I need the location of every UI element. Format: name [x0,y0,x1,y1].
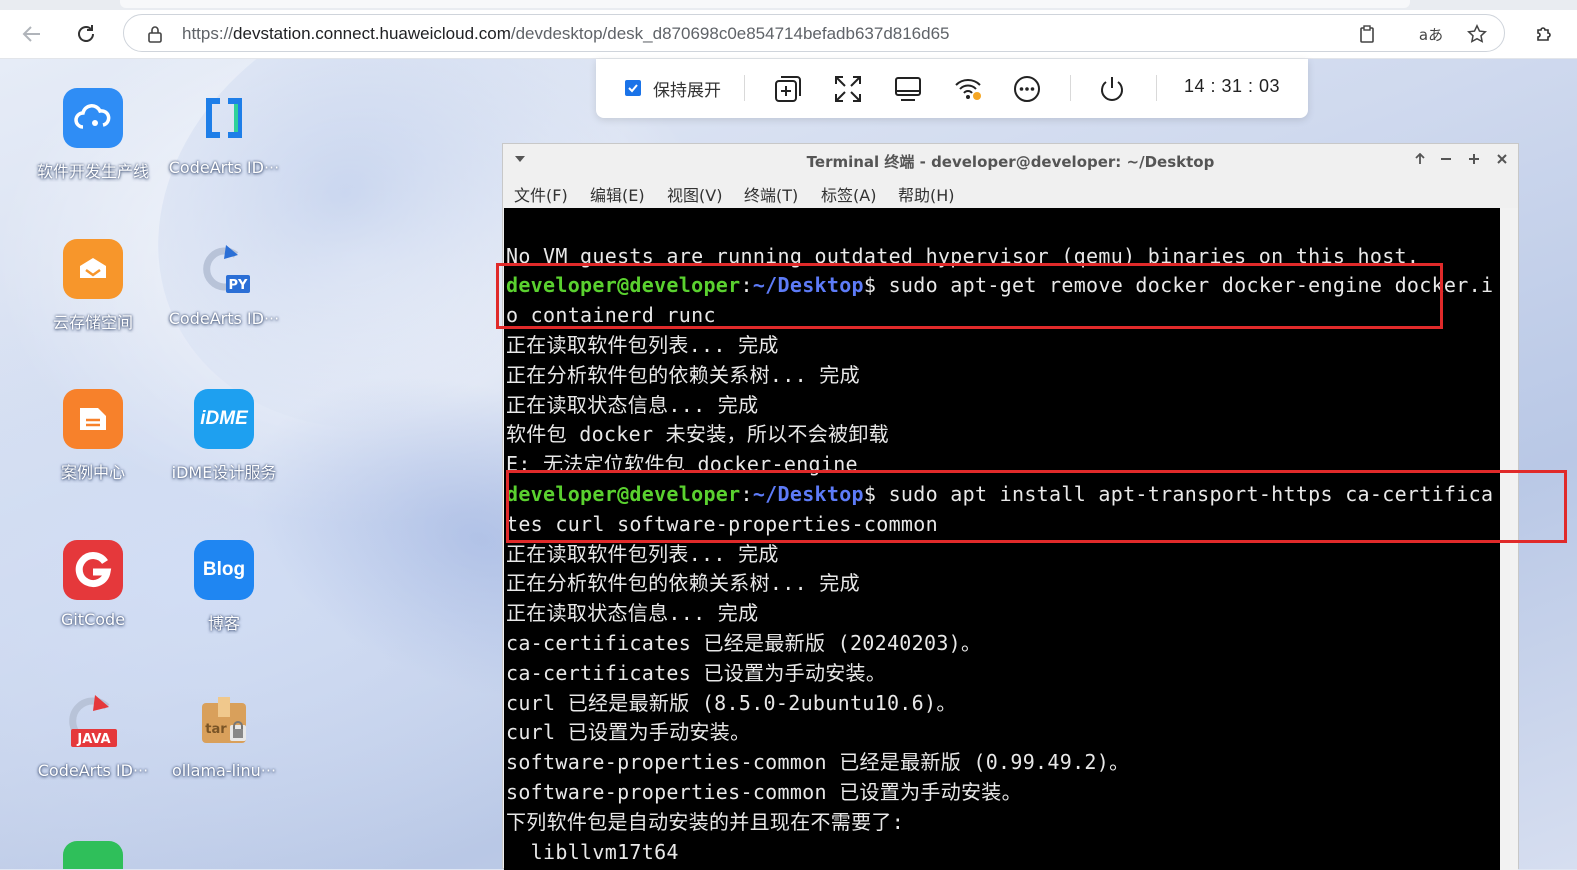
address-bar[interactable]: https://devstation.connect.huaweicloud.c… [123,14,1505,52]
shade-icon[interactable] [1411,150,1429,168]
desktop-icon-label: CodeArts ID··· [168,158,280,177]
desktop-icon-label: CodeArts ID··· [37,761,149,780]
desktop-icon-label: 软件开发生产线 [36,162,149,181]
fullscreen-icon[interactable] [831,72,865,106]
codearts-ide-icon [194,88,254,148]
terminal-menubar: 文件(F) 编辑(E) 视图(V) 终端(T) 标签(A) 帮助(H) [503,175,1518,208]
desktop-icon-case-center[interactable]: 案例中心 [33,389,153,483]
codearts-python-icon: PY [194,239,254,299]
terminal-line: curl 已经是最新版 (8.5.0-2ubuntu10.6)。 [506,691,957,715]
terminal-line: ca-certificates 已设置为手动安装。 [506,661,887,685]
translate-icon[interactable]: aあ [1416,23,1446,45]
desktop-icon-partial[interactable] [33,841,153,869]
svg-text:tar: tar [205,722,227,737]
close-icon[interactable] [1493,150,1511,168]
desktop-icon-codearts-ide[interactable]: CodeArts ID··· [164,88,284,177]
case-center-icon [63,389,123,449]
session-clock: 14 : 31 : 03 [1184,76,1281,96]
terminal-line: 正在读取软件包列表... 完成 [506,542,779,566]
terminal-line: libllvm17t64 [506,840,679,864]
toolbar-divider [1070,75,1071,101]
desktop-icon-ollama-archive[interactable]: tar ollama-linu··· [164,691,284,780]
highlight-box-command-2 [506,470,1567,543]
toolbar-divider [1156,75,1157,101]
more-options-icon[interactable] [1010,72,1044,106]
favorite-star-icon[interactable] [1466,23,1488,45]
terminal-line: 正在读取状态信息... 完成 [506,601,759,625]
desktop-icon-label: 云存储空间 [52,313,133,332]
keep-expanded-checkbox[interactable] [625,80,641,96]
remote-desktop-toolbar: 保持展开 14 : 31 : 03 [596,59,1308,118]
new-window-icon[interactable] [771,72,805,106]
back-icon[interactable] [16,18,48,50]
power-icon[interactable] [1095,72,1129,106]
desktop-icon-codearts-python[interactable]: PY CodeArts ID··· [164,239,284,328]
terminal-line: ca-certificates 已经是最新版 (20240203)。 [506,631,982,655]
menu-help[interactable]: 帮助(H) [898,182,955,206]
terminal-line: 软件包 docker 未安装，所以不会被卸载 [506,422,889,446]
extensions-icon[interactable] [1528,18,1560,50]
desktop-icon-label: CodeArts ID··· [168,309,280,328]
highlight-box-command-1 [496,263,1443,329]
svg-text:PY: PY [229,278,249,293]
keep-expanded-label[interactable]: 保持展开 [653,76,721,101]
url-text[interactable]: https://devstation.connect.huaweicloud.c… [182,24,950,44]
terminal-line: 正在分析软件包的依赖关系树... 完成 [506,571,860,595]
desktop-icon-label: GitCode [60,610,126,629]
terminal-line: curl 已设置为手动安装。 [506,720,751,744]
terminal-line: 正在分析软件包的依赖关系树... 完成 [506,363,860,387]
idme-icon: iDME [194,389,254,449]
display-icon[interactable] [891,72,925,106]
codearts-java-icon: JAVA [63,691,123,751]
desktop-icon-label: iDME设计服务 [171,463,277,482]
desktop-icon-idme[interactable]: iDME iDME设计服务 [164,389,284,483]
svg-text:JAVA: JAVA [76,732,110,747]
terminal-title: Terminal 终端 - developer@developer: ~/Des… [806,153,1215,171]
tab-strip [0,0,1577,10]
menu-view[interactable]: 视图(V) [667,182,722,206]
terminal-titlebar[interactable]: Terminal 终端 - developer@developer: ~/Des… [503,144,1518,175]
terminal-line: 正在读取状态信息... 完成 [506,393,759,417]
app-icon [63,841,123,869]
menu-edit[interactable]: 编辑(E) [590,182,645,206]
tar-archive-icon: tar [194,691,254,751]
desktop-icon-codearts-java[interactable]: JAVA CodeArts ID··· [33,691,153,780]
cloud-storage-icon [63,239,123,299]
menu-tabs[interactable]: 标签(A) [821,182,876,206]
reload-icon[interactable] [70,18,102,50]
terminal-line: software-properties-common 已经是最新版 (0.99.… [506,750,1130,774]
desktop-icon-gitcode[interactable]: GitCode [33,540,153,629]
cloud-devops-icon [63,88,123,148]
browser-toolbar: https://devstation.connect.huaweicloud.c… [0,10,1577,59]
desktop-icon-label: 博客 [207,614,240,633]
gitcode-icon [63,540,123,600]
blog-icon: Blog [194,540,254,600]
terminal-line: 正在读取软件包列表... 完成 [506,333,779,357]
desktop-icon-label: 案例中心 [60,463,125,482]
minimize-icon[interactable] [1437,150,1455,168]
terminal-line: 下列软件包是自动安装的并且现在不需要了: [506,810,905,834]
menu-file[interactable]: 文件(F) [514,182,568,206]
terminal-line: software-properties-common 已设置为手动安装。 [506,780,1022,804]
desktop-icon-label: ollama-linu··· [171,761,277,780]
active-tab[interactable] [120,0,1410,8]
desktop-icon-blog[interactable]: Blog 博客 [164,540,284,634]
lock-icon[interactable] [144,23,166,45]
desktop-icon-devops[interactable]: 软件开发生产线 [33,88,153,182]
clipboard-icon[interactable] [1356,23,1378,45]
toolbar-divider [744,75,745,101]
maximize-icon[interactable] [1465,150,1483,168]
desktop-icon-cloud-storage[interactable]: 云存储空间 [33,239,153,333]
network-wifi-icon[interactable] [951,72,985,106]
menu-terminal[interactable]: 终端(T) [744,182,798,206]
